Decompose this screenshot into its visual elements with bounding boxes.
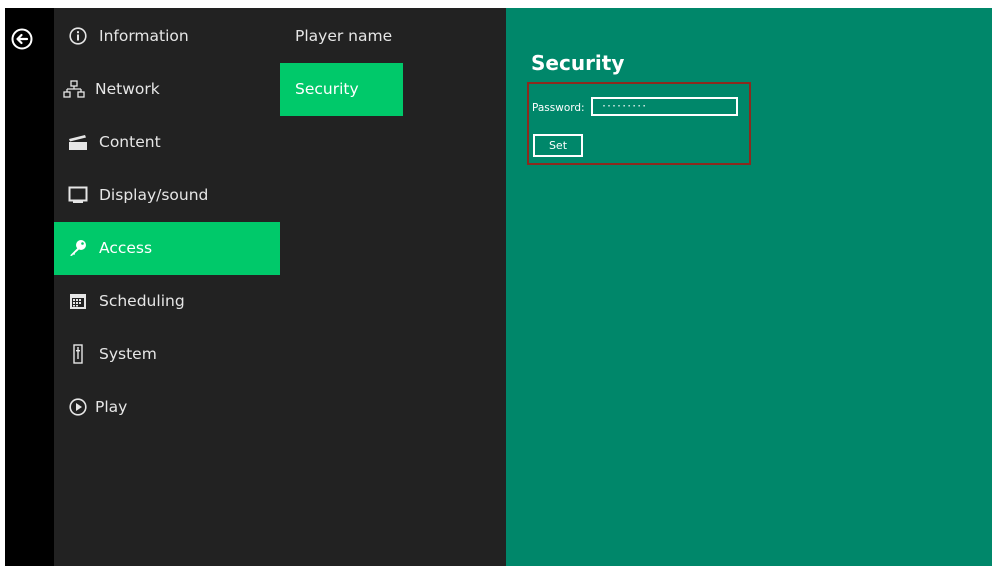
menu-item-label: Display/sound: [99, 186, 209, 204]
menu-item-label: Information: [99, 27, 189, 45]
menu-item-label: Network: [95, 80, 160, 98]
back-button[interactable]: [11, 28, 33, 50]
menu-item-access[interactable]: Access: [54, 222, 280, 275]
calendar-icon: [67, 290, 89, 312]
submenu-item-label: Security: [295, 80, 359, 98]
menu-item-label: Content: [99, 133, 161, 151]
menu-item-system[interactable]: System: [54, 328, 280, 381]
monitor-icon: [67, 184, 89, 206]
menu-item-label: System: [99, 345, 157, 363]
key-icon: [67, 237, 89, 259]
clapperboard-icon: [67, 131, 89, 153]
password-label: Password:: [532, 102, 585, 114]
network-icon: [63, 78, 85, 100]
password-field[interactable]: ·········: [591, 97, 738, 116]
back-arrow-icon: [11, 28, 33, 50]
menu-item-network[interactable]: Network: [54, 63, 280, 116]
play-icon: [67, 396, 89, 418]
system-icon: [67, 343, 89, 365]
main-menu: Information Network Content Display/soun…: [54, 8, 280, 566]
menu-item-label: Access: [99, 239, 153, 257]
menu-item-label: Play: [95, 398, 128, 416]
info-icon: [67, 25, 89, 47]
menu-item-play[interactable]: Play: [54, 381, 280, 434]
menu-item-display-sound[interactable]: Display/sound: [54, 169, 280, 222]
submenu-item-player-name[interactable]: Player name: [280, 10, 403, 63]
access-submenu: Player name Security: [280, 8, 506, 566]
menu-item-label: Scheduling: [99, 292, 185, 310]
menu-item-scheduling[interactable]: Scheduling: [54, 275, 280, 328]
set-button[interactable]: Set: [533, 134, 583, 157]
menu-item-content[interactable]: Content: [54, 116, 280, 169]
submenu-item-label: Player name: [295, 27, 393, 45]
panel-title: Security: [531, 51, 625, 75]
left-rail: [5, 8, 54, 566]
security-panel: Security Password: ········· Set: [506, 8, 992, 566]
menu-item-information[interactable]: Information: [54, 10, 280, 63]
app-window: Information Network Content Display/soun…: [5, 8, 992, 566]
submenu-item-security[interactable]: Security: [280, 63, 403, 116]
